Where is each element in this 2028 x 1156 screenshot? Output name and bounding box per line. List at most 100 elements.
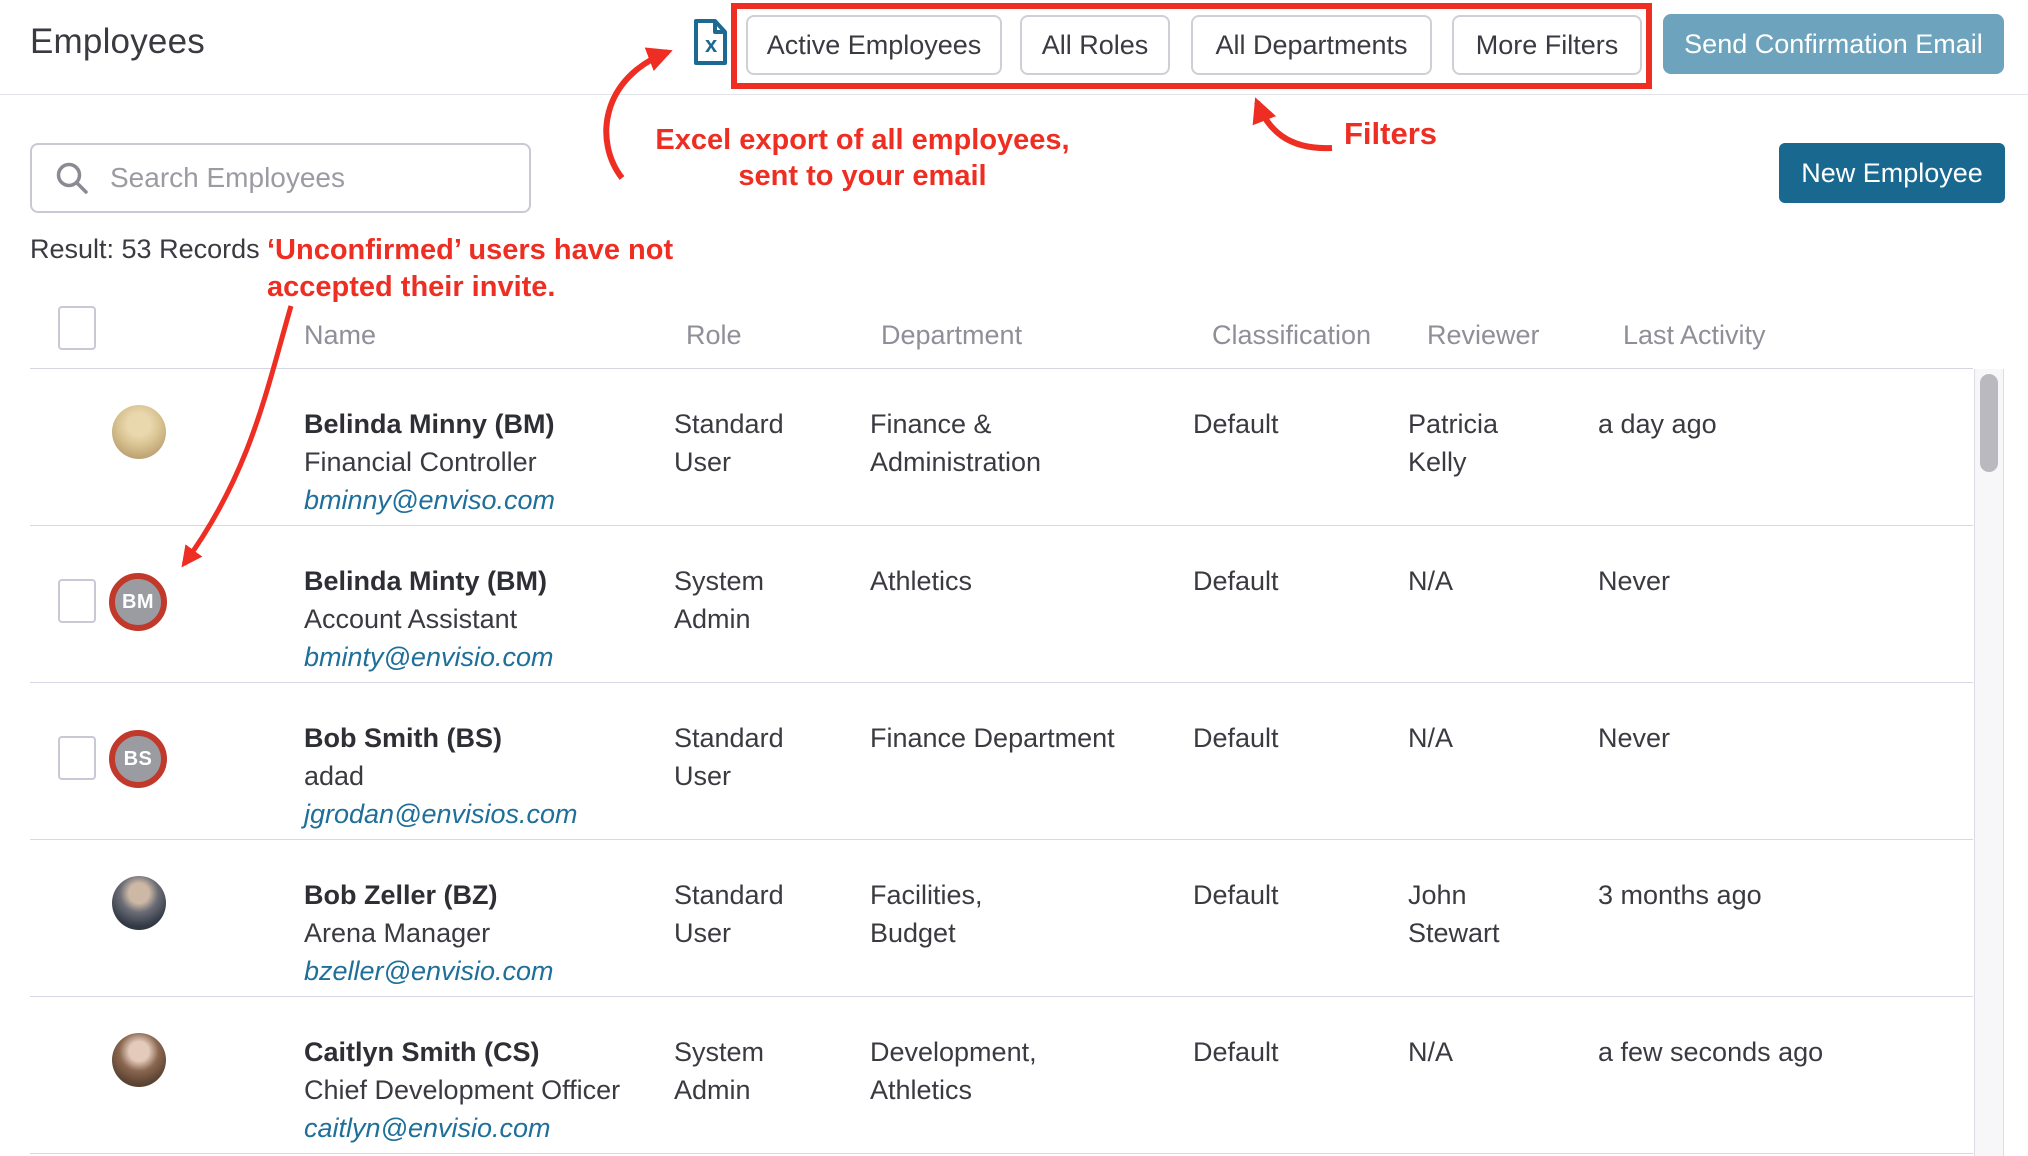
classification-cell: Default — [1193, 562, 1393, 600]
filter-all-roles-label: All Roles — [1042, 30, 1149, 61]
role-cell: Standard User — [674, 876, 854, 952]
name-cell: Bob Smith (BS) adad jgrodan@envisios.com — [304, 719, 669, 833]
reviewer-cell: N/A — [1408, 719, 1593, 757]
department-cell: Finance & Administration — [870, 405, 1185, 481]
name-cell: Belinda Minty (BM) Account Assistant bmi… — [304, 562, 669, 676]
reviewer-line: N/A — [1408, 562, 1593, 600]
annotation-unconfirmed-line2: accepted their invite. — [267, 269, 556, 306]
reviewer-line: Kelly — [1408, 443, 1593, 481]
row-divider — [30, 1153, 1973, 1154]
last-activity-cell: 3 months ago — [1598, 876, 1943, 914]
avatar-initials-text: BS — [124, 748, 153, 771]
annotation-unconfirmed-line1: ‘Unconfirmed’ users have not — [267, 232, 673, 269]
role-line: User — [674, 757, 854, 795]
table-row[interactable]: Caitlyn Smith (CS) Chief Development Off… — [0, 997, 1973, 1154]
department-cell: Finance Department — [870, 719, 1185, 757]
arrow-to-filters — [1257, 102, 1332, 148]
employee-job-title: adad — [304, 757, 669, 795]
filter-active-employees[interactable]: Active Employees — [746, 15, 1002, 75]
search-icon — [54, 160, 90, 196]
new-employee-button[interactable]: New Employee — [1779, 143, 2005, 203]
name-cell: Belinda Minny (BM) Financial Controller … — [304, 405, 669, 519]
department-line: Budget — [870, 914, 1185, 952]
classification-cell: Default — [1193, 405, 1393, 443]
employee-job-title: Arena Manager — [304, 914, 669, 952]
table-row[interactable]: BM Belinda Minty (BM) Account Assistant … — [0, 526, 1973, 683]
scrollbar-track[interactable] — [1974, 369, 2004, 1156]
name-cell: Bob Zeller (BZ) Arena Manager bzeller@en… — [304, 876, 669, 990]
department-line: Athletics — [870, 562, 1185, 600]
employees-page: Employees x Active Employees All Roles A… — [0, 0, 2028, 1156]
filter-more-filters[interactable]: More Filters — [1452, 15, 1642, 75]
last-activity-cell: a day ago — [1598, 405, 1943, 443]
employee-job-title: Account Assistant — [304, 600, 669, 638]
reviewer-line: N/A — [1408, 1033, 1593, 1071]
employee-name: Caitlyn Smith (CS) — [304, 1033, 669, 1071]
employee-job-title: Financial Controller — [304, 443, 669, 481]
role-line: System — [674, 1033, 854, 1071]
reviewer-cell: N/A — [1408, 1033, 1593, 1071]
avatar — [112, 876, 166, 930]
avatar-unconfirmed: BS — [109, 730, 167, 788]
send-confirmation-email-button[interactable]: Send Confirmation Email — [1663, 14, 2004, 74]
last-activity-cell: Never — [1598, 562, 1943, 600]
department-line: Facilities, — [870, 876, 1185, 914]
filter-active-employees-label: Active Employees — [767, 30, 982, 61]
name-cell: Caitlyn Smith (CS) Chief Development Off… — [304, 1033, 669, 1147]
search-input[interactable] — [110, 162, 510, 194]
role-line: User — [674, 914, 854, 952]
avatar-unconfirmed: BM — [109, 573, 167, 631]
select-all-checkbox[interactable] — [58, 306, 96, 350]
scrollbar-thumb[interactable] — [1980, 374, 1998, 472]
filter-all-departments-label: All Departments — [1215, 30, 1407, 61]
avatar-initials-text: BM — [122, 591, 154, 614]
page-title: Employees — [30, 22, 205, 62]
role-cell: System Admin — [674, 1033, 854, 1109]
classification-cell: Default — [1193, 1033, 1393, 1071]
excel-export-icon[interactable]: x — [692, 18, 729, 66]
row-checkbox[interactable] — [58, 736, 96, 780]
column-header-last-activity: Last Activity — [1623, 320, 1766, 351]
column-header-role: Role — [686, 320, 742, 351]
last-activity-cell: a few seconds ago — [1598, 1033, 1943, 1071]
table-row[interactable]: BS Bob Smith (BS) adad jgrodan@envisios.… — [0, 683, 1973, 840]
table-row[interactable]: Belinda Minny (BM) Financial Controller … — [0, 369, 1973, 526]
employee-name: Belinda Minty (BM) — [304, 562, 669, 600]
reviewer-line: John — [1408, 876, 1593, 914]
employee-email-link[interactable]: jgrodan@envisios.com — [304, 795, 669, 833]
role-line: Standard — [674, 876, 854, 914]
column-header-department: Department — [881, 320, 1022, 351]
department-cell: Facilities, Budget — [870, 876, 1185, 952]
role-line: User — [674, 443, 854, 481]
svg-text:x: x — [705, 32, 718, 57]
role-line: System — [674, 562, 854, 600]
reviewer-line: Stewart — [1408, 914, 1593, 952]
employee-name: Bob Zeller (BZ) — [304, 876, 669, 914]
employee-email-link[interactable]: bminty@envisio.com — [304, 638, 669, 676]
role-cell: System Admin — [674, 562, 854, 638]
filter-more-filters-label: More Filters — [1476, 30, 1619, 61]
filter-all-roles[interactable]: All Roles — [1020, 15, 1170, 75]
reviewer-cell: Patricia Kelly — [1408, 405, 1593, 481]
reviewer-cell: N/A — [1408, 562, 1593, 600]
role-line: Admin — [674, 1071, 854, 1109]
classification-cell: Default — [1193, 876, 1393, 914]
table-row[interactable]: Bob Zeller (BZ) Arena Manager bzeller@en… — [0, 840, 1973, 997]
employee-email-link[interactable]: bzeller@envisio.com — [304, 952, 669, 990]
classification-cell: Default — [1193, 719, 1393, 757]
column-header-reviewer: Reviewer — [1427, 320, 1540, 351]
role-line: Standard — [674, 405, 854, 443]
role-cell: Standard User — [674, 719, 854, 795]
department-line: Administration — [870, 443, 1185, 481]
role-line: Standard — [674, 719, 854, 757]
employee-email-link[interactable]: caitlyn@envisio.com — [304, 1109, 669, 1147]
filter-all-departments[interactable]: All Departments — [1191, 15, 1432, 75]
employee-email-link[interactable]: bminny@enviso.com — [304, 481, 669, 519]
new-employee-label: New Employee — [1801, 158, 1983, 189]
department-line: Athletics — [870, 1071, 1185, 1109]
reviewer-line: Patricia — [1408, 405, 1593, 443]
row-checkbox[interactable] — [58, 579, 96, 623]
column-header-name: Name — [304, 320, 376, 351]
department-line: Finance Department — [870, 719, 1185, 757]
results-summary: Result: 53 Records — [30, 234, 260, 265]
